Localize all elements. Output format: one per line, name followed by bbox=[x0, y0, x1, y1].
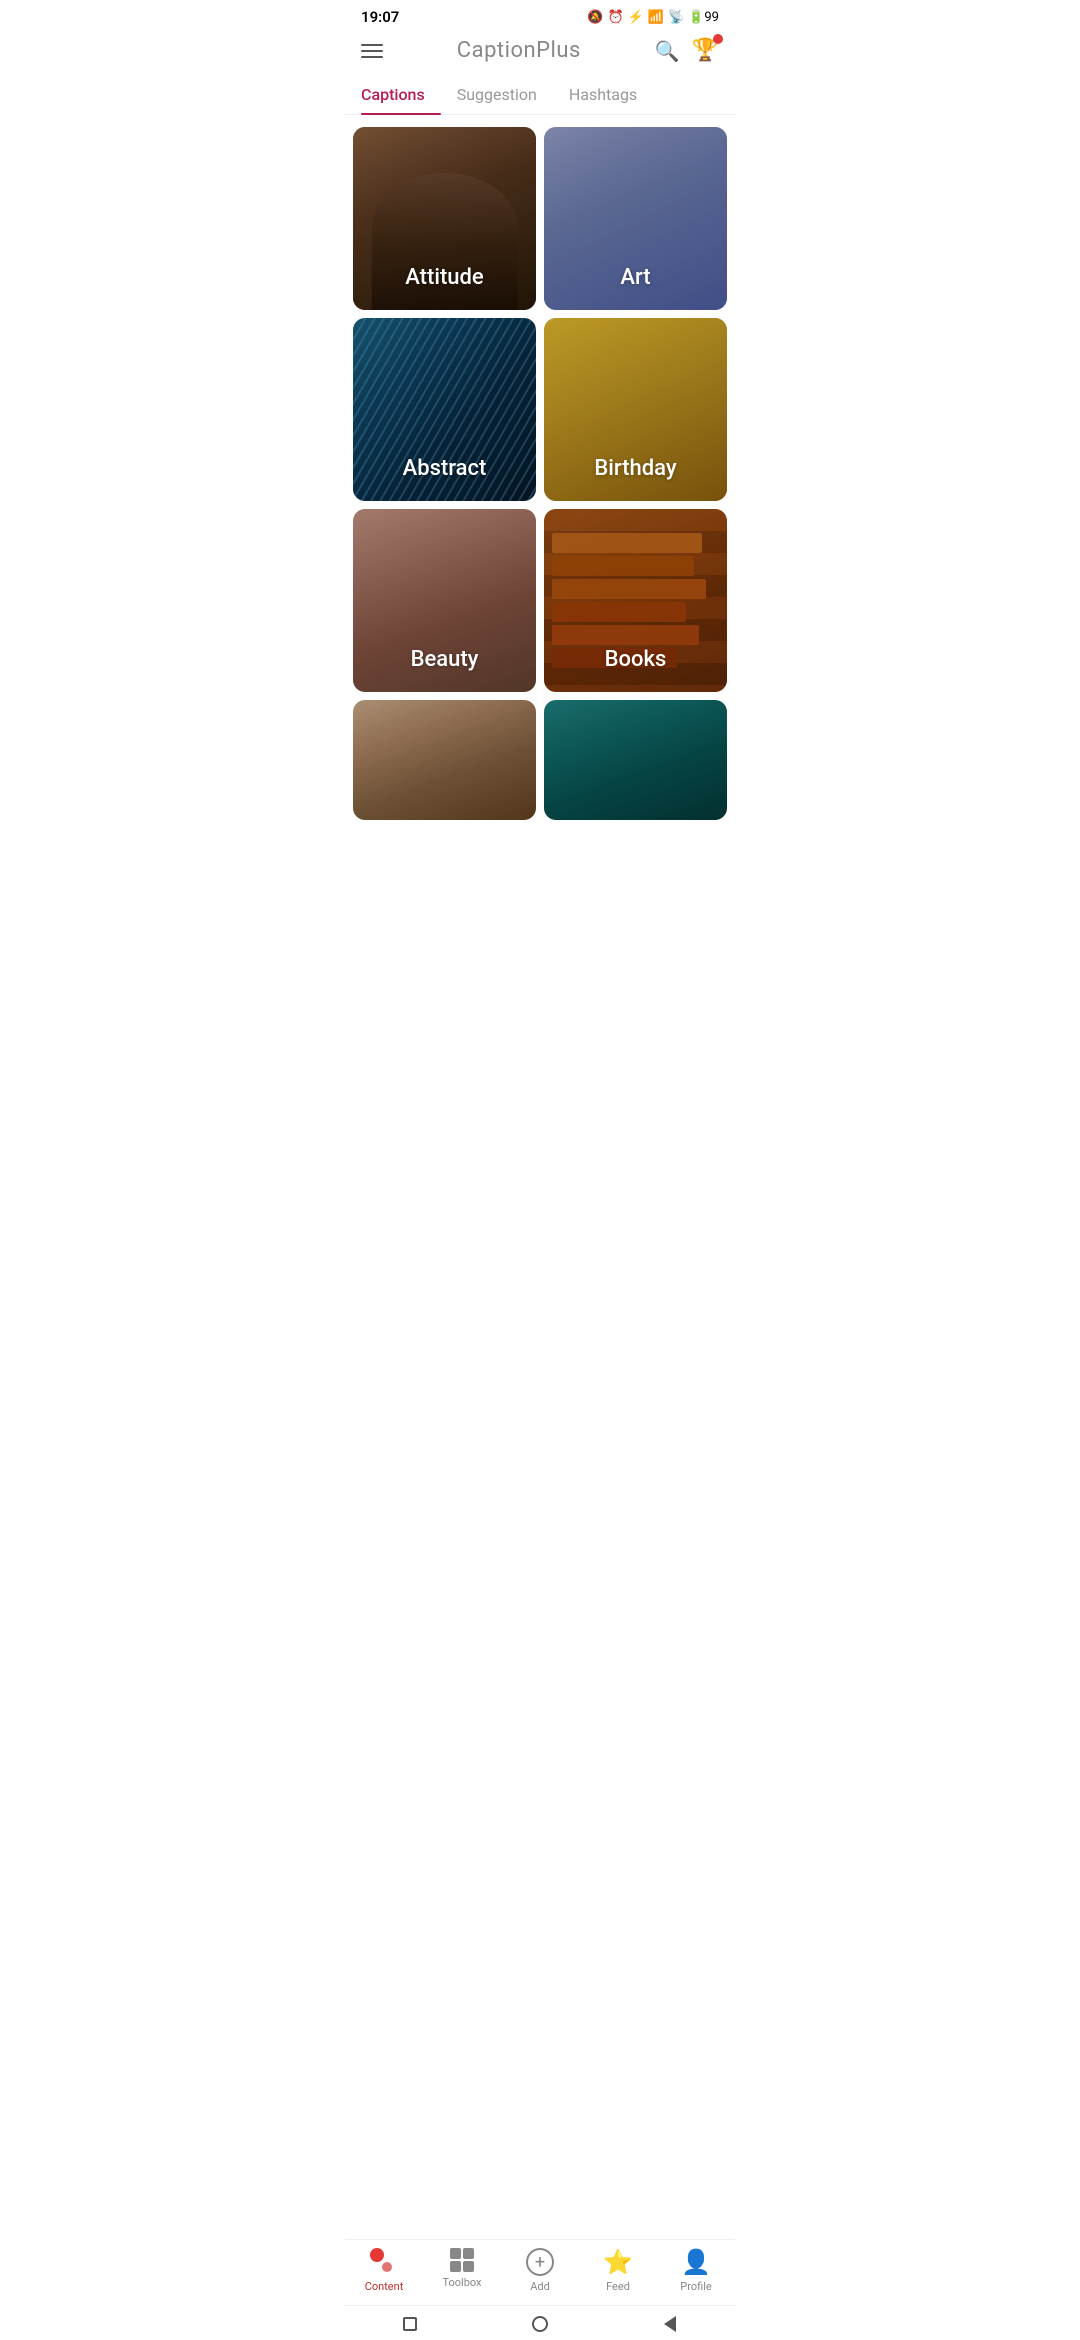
status-icons: 🔕 ⏰ ⚡ 📶 📡 🔋99 bbox=[587, 10, 719, 25]
trophy-button[interactable]: 🏆 bbox=[692, 38, 719, 63]
card-birthday[interactable]: Birthday bbox=[544, 318, 727, 501]
wifi-icon: 📡 bbox=[668, 10, 684, 25]
battery-icon: 🔋99 bbox=[688, 10, 719, 25]
nav-add-label: Add bbox=[530, 2280, 550, 2293]
add-icon: + bbox=[526, 2248, 554, 2276]
nav-profile[interactable]: 👤 Profile bbox=[666, 2248, 726, 2293]
nav-add[interactable]: + Add bbox=[510, 2248, 570, 2293]
bottom-nav: Content Toolbox + Add ⭐ Feed 👤 Profile bbox=[345, 2239, 735, 2305]
nav-content[interactable]: Content bbox=[354, 2248, 414, 2293]
android-nav bbox=[345, 2305, 735, 2340]
back-button[interactable] bbox=[660, 2314, 680, 2334]
card-abstract[interactable]: Abstract bbox=[353, 318, 536, 501]
feed-icon: ⭐ bbox=[603, 2248, 633, 2276]
bluetooth-icon: ⚡ bbox=[628, 10, 644, 25]
card-boy[interactable] bbox=[353, 700, 536, 820]
nav-feed[interactable]: ⭐ Feed bbox=[588, 2248, 648, 2293]
nav-feed-label: Feed bbox=[606, 2280, 630, 2293]
toolbox-icon bbox=[450, 2248, 474, 2272]
hamburger-menu[interactable] bbox=[361, 44, 383, 58]
alarm-icon: ⏰ bbox=[607, 10, 623, 25]
nav-toolbox[interactable]: Toolbox bbox=[432, 2248, 492, 2293]
profile-icon: 👤 bbox=[681, 2248, 711, 2276]
card-beauty[interactable]: Beauty bbox=[353, 509, 536, 692]
trophy-badge bbox=[713, 34, 723, 44]
app-title: CaptionPlus bbox=[457, 38, 581, 63]
tabs-bar: Captions Suggestion Hashtags bbox=[345, 75, 735, 115]
status-time: 19:07 bbox=[361, 8, 399, 26]
home-button[interactable] bbox=[530, 2314, 550, 2334]
tab-hashtags[interactable]: Hashtags bbox=[569, 75, 653, 114]
signal-icon: 📶 bbox=[648, 10, 664, 25]
silent-icon: 🔕 bbox=[587, 10, 603, 25]
header-actions: 🔍 🏆 bbox=[655, 38, 719, 63]
content-icon bbox=[370, 2248, 398, 2276]
card-art[interactable]: Art bbox=[544, 127, 727, 310]
header: CaptionPlus 🔍 🏆 bbox=[345, 30, 735, 75]
search-icon[interactable]: 🔍 bbox=[655, 39, 680, 63]
nav-profile-label: Profile bbox=[680, 2280, 711, 2293]
recent-apps-button[interactable] bbox=[400, 2314, 420, 2334]
category-grid: Attitude Art Abstract Birthday Beauty bbox=[345, 123, 735, 824]
nav-toolbox-label: Toolbox bbox=[442, 2276, 481, 2289]
card-teal[interactable] bbox=[544, 700, 727, 820]
card-books[interactable]: Books bbox=[544, 509, 727, 692]
tab-captions[interactable]: Captions bbox=[361, 75, 441, 114]
tab-suggestion[interactable]: Suggestion bbox=[457, 75, 553, 114]
status-bar: 19:07 🔕 ⏰ ⚡ 📶 📡 🔋99 bbox=[345, 0, 735, 30]
card-attitude[interactable]: Attitude bbox=[353, 127, 536, 310]
nav-content-label: Content bbox=[365, 2280, 404, 2293]
